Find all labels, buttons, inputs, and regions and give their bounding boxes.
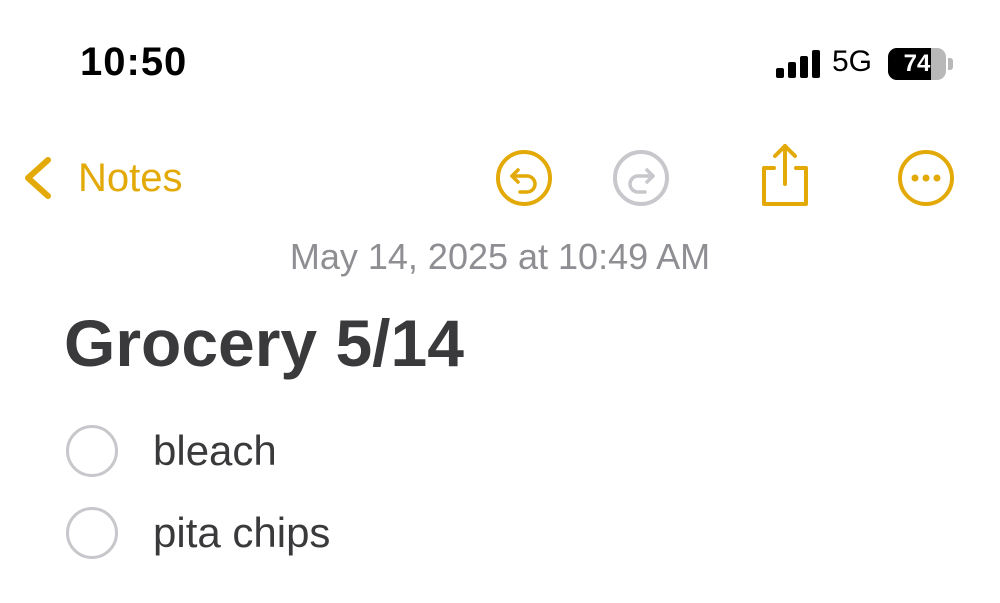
battery-level: 74 xyxy=(903,50,931,77)
battery-icon: 74 xyxy=(888,48,954,80)
note-title[interactable]: Grocery 5/14 xyxy=(64,305,464,381)
checkbox[interactable] xyxy=(66,507,118,559)
redo-icon[interactable] xyxy=(611,148,671,208)
status-bar: 10:50 5G 74 xyxy=(0,0,1000,120)
checkbox[interactable] xyxy=(66,425,118,477)
checklist-item: pita chips xyxy=(66,492,330,574)
share-icon[interactable] xyxy=(756,142,814,210)
checklist-item-text[interactable]: bleach xyxy=(153,427,277,475)
checklist-item: bleach xyxy=(66,410,330,492)
note-timestamp: May 14, 2025 at 10:49 AM xyxy=(289,236,711,277)
cellular-signal-icon xyxy=(776,50,820,78)
checklist: bleach pita chips xyxy=(66,410,330,574)
undo-icon[interactable] xyxy=(494,148,554,208)
checklist-item-text[interactable]: pita chips xyxy=(153,509,330,557)
network-type: 5G xyxy=(832,45,873,78)
more-icon[interactable] xyxy=(896,148,956,208)
chevron-left-icon xyxy=(25,157,51,199)
back-button-label: Notes xyxy=(78,155,183,200)
status-time: 10:50 xyxy=(80,40,188,84)
back-button[interactable]: Notes xyxy=(20,148,183,208)
